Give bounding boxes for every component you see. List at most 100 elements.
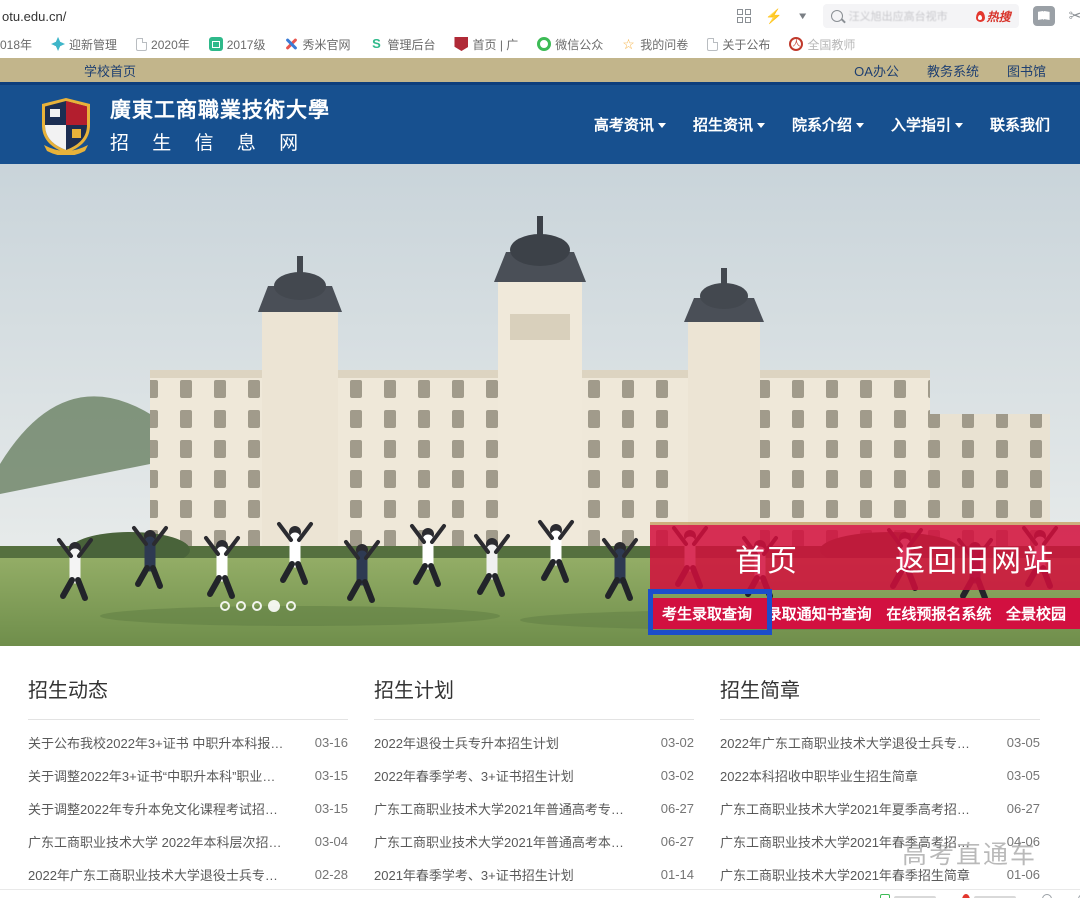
nav-admission-info[interactable]: 招生资讯	[693, 114, 765, 135]
divider	[28, 719, 348, 720]
flame-icon	[976, 11, 985, 22]
s-logo-icon: S	[369, 37, 383, 51]
red-marker-icon	[962, 894, 970, 898]
panorama-campus-link[interactable]: 全景校园	[1006, 603, 1066, 624]
xiumi-icon	[284, 37, 298, 51]
apps-grid-icon[interactable]	[737, 9, 751, 23]
bottom-bar-item[interactable]	[880, 894, 936, 898]
news-item[interactable]: 2022年广东工商职业技术大学退役士兵专升...02-28	[28, 858, 348, 891]
chevron-down-icon	[955, 123, 963, 128]
school-home-link[interactable]: 学校首页	[84, 61, 136, 80]
news-item[interactable]: 广东工商职业技术大学2021年春季高考招生...04-06	[720, 825, 1040, 858]
bookmark-item[interactable]: 关于公布	[707, 36, 770, 53]
news-section: 招生动态 关于公布我校2022年3+证书 中职升本科报名...03-16 关于调…	[0, 646, 1080, 888]
library-link[interactable]: 图书馆	[1007, 61, 1046, 80]
university-crest-logo[interactable]	[36, 95, 96, 155]
column-title: 招生动态	[28, 674, 348, 703]
news-item[interactable]: 2021年春季学考、3+证书招生计划01-14	[374, 858, 694, 891]
home-link[interactable]: 首页	[735, 536, 799, 580]
carousel-dot[interactable]	[252, 601, 262, 611]
search-placeholder: 汪义旭出应高台视市	[849, 8, 970, 24]
news-item[interactable]: 2022本科招收中职毕业生招生简章03-05	[720, 759, 1040, 792]
site-title: 招 生 信 息 网	[110, 128, 330, 155]
news-item[interactable]: 广东工商职业技术大学 2022年本科层次招收...03-04	[28, 825, 348, 858]
page-icon	[707, 38, 718, 51]
screenshot-scissors-icon[interactable]: ✂	[1069, 6, 1080, 26]
teacher-net-icon: 人	[789, 37, 803, 51]
browser-bottom-bar	[0, 889, 1080, 898]
bookmarks-bar: 018年 迎新管理 2020年 2017级 秀米官网 S管理后台 首页 | 广 …	[0, 32, 1080, 58]
news-item[interactable]: 关于调整2022年专升本免文化课程考试招收 ...03-15	[28, 792, 348, 825]
news-item[interactable]: 2022年退役士兵专升本招生计划03-02	[374, 726, 694, 759]
carousel-dots	[220, 601, 296, 612]
star-icon: ☆	[622, 37, 636, 51]
news-item[interactable]: 关于调整2022年3+证书“中职升本科”职业技...03-15	[28, 759, 348, 792]
column-title: 招生简章	[720, 674, 1040, 703]
news-item[interactable]: 广东工商职业技术大学2021年春季招生简章01-06	[720, 858, 1040, 891]
bottom-bar-item[interactable]	[1042, 894, 1052, 898]
news-item[interactable]: 关于公布我校2022年3+证书 中职升本科报名...03-16	[28, 726, 348, 759]
bookmark-item[interactable]: 2017级	[209, 36, 266, 53]
admission-result-query-link[interactable]: 考生录取查询	[662, 603, 752, 624]
quick-links-bar: 考生录取查询 录取通知书查询 在线预报名系统 全景校园	[650, 598, 1080, 629]
nav-gaokao-info[interactable]: 高考资讯	[594, 114, 666, 135]
bookmark-item[interactable]: 018年	[0, 36, 32, 53]
carousel-dot[interactable]	[236, 601, 246, 611]
chevron-down-icon	[856, 123, 864, 128]
bottom-bar-item[interactable]	[962, 894, 1016, 898]
circle-icon	[1042, 894, 1052, 898]
hot-search-label: 热搜	[987, 8, 1011, 25]
utility-bar: 学校首页 OA办公 教务系统 图书馆	[0, 58, 1080, 82]
address-bar[interactable]: otu.edu.cn/	[0, 9, 66, 24]
wechat-icon	[537, 37, 551, 51]
nav-contact-us[interactable]: 联系我们	[990, 114, 1050, 135]
news-column-guides: 招生简章 2022年广东工商职业技术大学退役士兵专升本...03-05 2022…	[720, 674, 1040, 888]
carousel-dot[interactable]	[220, 601, 230, 611]
page: otu.edu.cn/ ⚡ ▼ 汪义旭出应高台视市 热搜 ✂ 018年 迎新管理…	[0, 0, 1080, 898]
carousel-dot-active[interactable]	[268, 600, 280, 612]
page-icon	[136, 38, 147, 51]
site-header: 廣東工商職業技術大學 招 生 信 息 网 高考资讯 招生资讯 院系介绍 入学指引…	[0, 85, 1080, 164]
admission-letter-query-link[interactable]: 录取通知书查询	[767, 603, 872, 624]
carousel-dot[interactable]	[286, 601, 296, 611]
bookmark-item[interactable]: 微信公众	[537, 36, 603, 53]
nav-enrollment-guide[interactable]: 入学指引	[891, 114, 963, 135]
search-icon	[831, 10, 843, 22]
news-column-dynamics: 招生动态 关于公布我校2022年3+证书 中职升本科报名...03-16 关于调…	[28, 674, 348, 888]
calendar-icon	[209, 37, 223, 51]
flower-icon	[51, 37, 65, 51]
browser-search-box[interactable]: 汪义旭出应高台视市 热搜	[823, 4, 1019, 28]
hot-search-button[interactable]: 热搜	[976, 8, 1011, 25]
chevron-down-icon[interactable]: ▼	[797, 10, 809, 21]
bookmark-item[interactable]: 迎新管理	[51, 36, 117, 53]
news-column-plans: 招生计划 2022年退役士兵专升本招生计划03-02 2022年春季学考、3+证…	[374, 674, 694, 888]
news-item[interactable]: 广东工商职业技术大学2021年普通高考专科招...06-27	[374, 792, 694, 825]
bookmark-item[interactable]: 人全国教师	[789, 36, 855, 53]
news-item[interactable]: 2022年春季学考、3+证书招生计划03-02	[374, 759, 694, 792]
bookmark-item[interactable]: 2020年	[136, 36, 190, 53]
online-preregistration-link[interactable]: 在线预报名系统	[886, 603, 991, 624]
chevron-down-icon	[757, 123, 765, 128]
chevron-down-icon	[658, 123, 666, 128]
news-item[interactable]: 广东工商职业技术大学2021年夏季高考招生简...06-27	[720, 792, 1040, 825]
column-title: 招生计划	[374, 674, 694, 703]
bookmark-item[interactable]: 秀米官网	[284, 36, 350, 53]
divider	[720, 719, 1040, 720]
hero-red-panel: 首页 返回旧网站	[650, 525, 1080, 590]
academic-system-link[interactable]: 教务系统	[927, 61, 979, 80]
news-item[interactable]: 广东工商职业技术大学2021年普通高考本科招...06-27	[374, 825, 694, 858]
university-name: 廣東工商職業技術大學	[110, 94, 330, 124]
divider	[374, 719, 694, 720]
bookmark-item[interactable]: ☆我的问卷	[622, 36, 688, 53]
hero-carousel: 首页 返回旧网站 考生录取查询 录取通知书查询 在线预报名系统 全景校园	[0, 164, 1080, 646]
speed-bolt-icon[interactable]: ⚡	[765, 8, 782, 25]
old-site-link[interactable]: 返回旧网站	[895, 536, 1055, 580]
browser-top-bar: otu.edu.cn/ ⚡ ▼ 汪义旭出应高台视市 热搜 ✂	[0, 0, 1080, 32]
bookmark-item[interactable]: 首页 | 广	[454, 36, 518, 53]
crest-icon	[454, 37, 468, 51]
oa-office-link[interactable]: OA办公	[854, 61, 899, 80]
reading-mode-icon[interactable]	[1033, 6, 1055, 26]
bookmark-item[interactable]: S管理后台	[369, 36, 435, 53]
news-item[interactable]: 2022年广东工商职业技术大学退役士兵专升本...03-05	[720, 726, 1040, 759]
nav-departments[interactable]: 院系介绍	[792, 114, 864, 135]
